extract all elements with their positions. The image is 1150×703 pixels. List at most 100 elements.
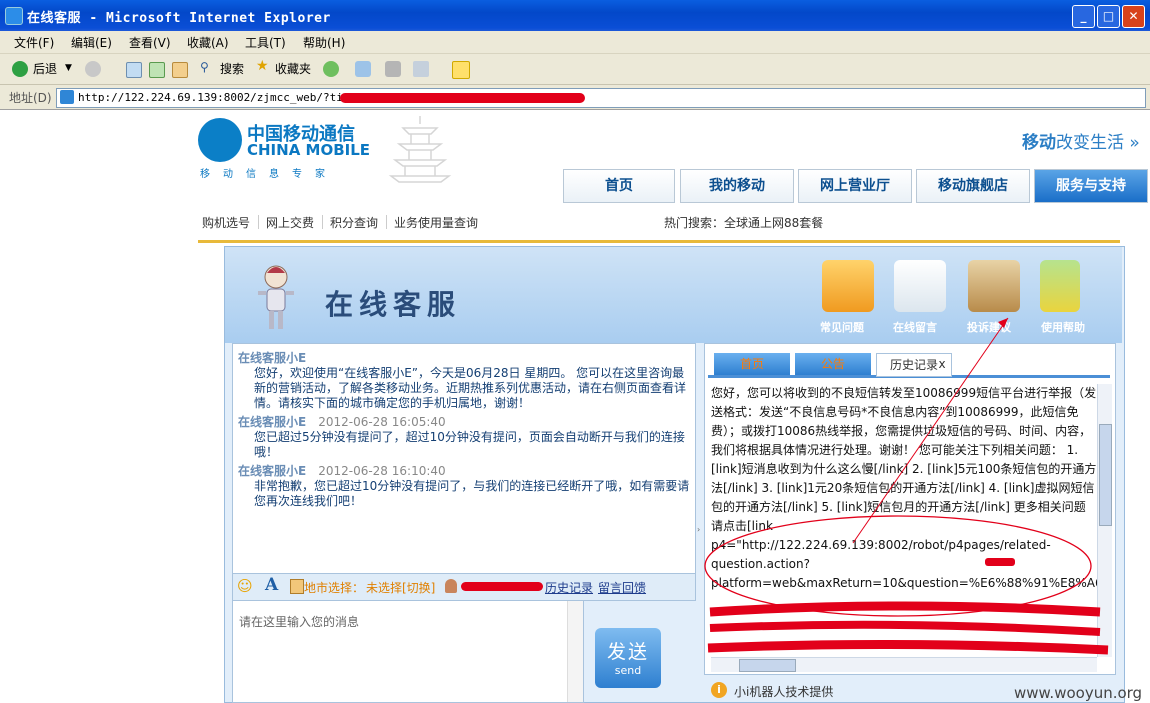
chat-tool-row: ☺ A 地市选择： 未选择[切换] 历史记录 留言回馈 — [232, 573, 696, 601]
answer-text: 您好，您可以将收到的不良短信转发至10086999短信平台进行举报（发送格式：发… — [711, 386, 1097, 590]
note-icon[interactable] — [452, 61, 470, 79]
horizontal-scrollbar[interactable] — [711, 657, 1097, 672]
faq-icon[interactable] — [822, 260, 874, 312]
nav-online-hall[interactable]: 网上营业厅 — [798, 169, 912, 203]
nav-my-mobile[interactable]: 我的移动 — [680, 169, 794, 203]
subnav-points[interactable]: 积分查询 — [330, 214, 378, 231]
menu-file[interactable]: 文件(F) — [14, 34, 54, 51]
logo-english: CHINA MOBILE — [247, 141, 371, 159]
message-1: 在线客服小E 您好，欢迎使用“在线客服小E”，今天是06月28日 星期四。 您可… — [238, 349, 690, 411]
window-titlebar: 在线客服 - Microsoft Internet Explorer _ □ ✕ — [0, 0, 1150, 31]
message-label[interactable]: 在线留言 — [893, 319, 937, 335]
provider-text: 小i机器人技术提供 — [734, 685, 834, 699]
info-icon: i — [711, 682, 727, 698]
home-icon[interactable] — [172, 62, 188, 78]
scroll-thumb[interactable] — [1099, 424, 1112, 526]
hscroll-thumb[interactable] — [739, 659, 796, 672]
conversation-pane: 在线客服小E 您好，欢迎使用“在线客服小E”，今天是06月28日 星期四。 您可… — [232, 343, 696, 575]
input-scrollbar[interactable] — [567, 601, 583, 702]
tab-notice[interactable]: 公告 — [795, 353, 871, 375]
maximize-button[interactable]: □ — [1097, 5, 1120, 28]
city-switch-link[interactable]: 未选择[切换] — [366, 579, 435, 596]
ie-icon — [5, 7, 23, 25]
close-button[interactable]: ✕ — [1122, 5, 1145, 28]
nav-service-support[interactable]: 服务与支持 — [1034, 169, 1148, 203]
nav-flagship-store[interactable]: 移动旗舰店 — [916, 169, 1030, 203]
divider — [258, 215, 259, 229]
message-time: 2012-06-28 16:05:40 — [318, 415, 446, 429]
collapse-arrow-icon[interactable]: › — [697, 525, 700, 534]
menu-help[interactable]: 帮助(H) — [303, 34, 345, 51]
print-icon[interactable] — [385, 61, 401, 77]
message-input-box[interactable]: 请在这里输入您的消息 — [232, 600, 584, 703]
favorites-icon[interactable]: ★ — [256, 58, 269, 74]
subnav-phone[interactable]: 购机选号 — [202, 214, 250, 231]
china-mobile-logo-icon — [198, 118, 242, 162]
menu-bar: 文件(F) 编辑(E) 查看(V) 收藏(A) 工具(T) 帮助(H) — [0, 31, 1150, 54]
address-label: 地址(D) — [9, 91, 52, 105]
menu-view[interactable]: 查看(V) — [129, 34, 171, 51]
page-icon — [60, 90, 74, 104]
message-text: 您已超过5分钟没有提问了，超过10分钟没有提问，页面会自动断开与我们的连接哦！ — [254, 430, 685, 459]
send-label-en: send — [614, 664, 642, 677]
chat-title: 在线客服 — [325, 288, 462, 321]
subnav-usage[interactable]: 业务使用量查询 — [394, 214, 478, 231]
message-input-placeholder: 请在这里输入您的消息 — [239, 615, 360, 629]
nav-home[interactable]: 首页 — [563, 169, 675, 203]
stop-icon[interactable] — [126, 62, 142, 78]
forward-icon[interactable] — [85, 61, 101, 77]
slogan: 移动改变生活 » — [1022, 128, 1140, 153]
hot-search[interactable]: 热门搜索：全球通上网88套餐 — [664, 214, 823, 231]
message-text: 非常抱歉，您已超过10分钟没有提问了，与我们的连接已经断开了哦，如有需要请您再次… — [254, 479, 690, 508]
media-icon[interactable] — [323, 61, 339, 77]
tab-home[interactable]: 首页 — [714, 353, 790, 375]
back-icon[interactable] — [12, 61, 28, 77]
slogan-rest: 改变生活 » — [1056, 133, 1140, 153]
message-sender: 在线客服小E — [238, 415, 307, 429]
logo-tagline: 移动信息专家 — [200, 169, 338, 180]
back-dropdown-icon[interactable]: ▼ — [65, 63, 72, 73]
message-time: 2012-06-28 16:10:40 — [318, 464, 446, 478]
pagoda-illustration — [375, 112, 465, 192]
tab-close-icon[interactable]: x — [936, 353, 948, 375]
complaint-icon[interactable] — [968, 260, 1020, 312]
menu-favorites[interactable]: 收藏(A) — [187, 34, 229, 51]
redaction-mark — [461, 582, 543, 591]
slogan-strong: 移动 — [1022, 133, 1056, 153]
help-pencil-icon[interactable] — [1040, 260, 1080, 312]
faq-label[interactable]: 常见问题 — [820, 319, 864, 335]
divider — [386, 215, 387, 229]
send-label-cn: 发送 — [606, 641, 649, 663]
back-label[interactable]: 后退 — [33, 60, 57, 77]
redaction-mark — [340, 93, 585, 103]
search-icon[interactable]: ⚲ — [200, 60, 209, 74]
minimize-button[interactable]: _ — [1072, 5, 1095, 28]
favorites-label[interactable]: 收藏夹 — [275, 60, 311, 77]
message-sender: 在线客服小E — [238, 351, 307, 365]
feedback-link[interactable]: 留言回馈 — [598, 579, 646, 596]
message-2: 在线客服小E 2012-06-28 16:05:40 您已超过5分钟没有提问了，超… — [238, 413, 690, 460]
message-icon[interactable] — [894, 260, 946, 312]
history-link[interactable]: 历史记录 — [545, 579, 593, 596]
help-label[interactable]: 使用帮助 — [1041, 319, 1085, 335]
city-icon — [290, 579, 304, 594]
menu-edit[interactable]: 编辑(E) — [71, 34, 112, 51]
font-icon[interactable]: A — [265, 575, 278, 595]
message-sender: 在线客服小E — [238, 464, 307, 478]
mail-icon[interactable] — [355, 61, 371, 77]
edit-icon[interactable] — [413, 61, 429, 77]
city-label: 地市选择： — [304, 581, 365, 595]
emoji-icon[interactable]: ☺ — [237, 577, 253, 595]
subnav-pay[interactable]: 网上交费 — [266, 214, 314, 231]
message-text: 您好，欢迎使用“在线客服小E”，今天是06月28日 星期四。 您可以在这里咨询最… — [254, 366, 687, 410]
vertical-scrollbar[interactable] — [1097, 384, 1112, 657]
divider — [322, 215, 323, 229]
address-url[interactable]: http://122.224.69.139:8002/zjmcc_web/?ti… — [78, 91, 369, 104]
toolbar: 后退 ▼ ⚲ 搜索 ★ 收藏夹 — [0, 54, 1150, 85]
refresh-icon[interactable] — [149, 62, 165, 78]
menu-tools[interactable]: 工具(T) — [245, 34, 286, 51]
complaint-label[interactable]: 投诉建议 — [967, 319, 1011, 335]
send-button[interactable]: 发送 send — [595, 628, 661, 688]
search-label[interactable]: 搜索 — [220, 60, 244, 77]
user-icon — [445, 579, 457, 593]
